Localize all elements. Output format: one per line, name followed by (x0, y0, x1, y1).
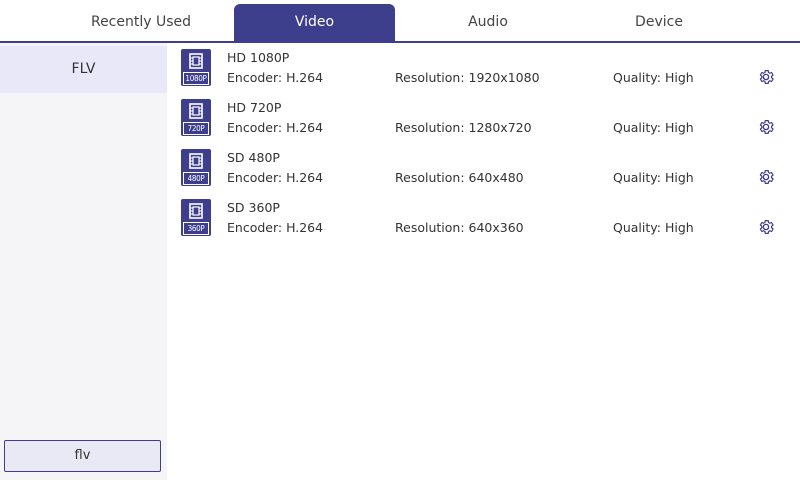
film-icon: 1080P (181, 49, 211, 86)
film-icon: 480P (181, 149, 211, 186)
profile-row[interactable]: 480P SD 480P Encoder: H.264 Resolution: … (167, 144, 800, 190)
resolution-badge: 360P (183, 222, 209, 235)
tab-video[interactable]: Video (234, 4, 395, 41)
format-sidebar: FLV flv (0, 43, 167, 480)
profile-quality: Quality: High (613, 120, 694, 135)
gear-icon[interactable] (757, 168, 775, 186)
profile-quality: Quality: High (613, 70, 694, 85)
format-tab-bar: Recently Used Video Audio Device (0, 0, 800, 43)
tab-device[interactable]: Device (581, 4, 737, 41)
profile-resolution: Resolution: 640x360 (395, 220, 524, 235)
sidebar-item-flv[interactable]: FLV (0, 46, 167, 93)
profile-title: HD 1080P (227, 50, 290, 65)
film-icon: 360P (181, 199, 211, 236)
format-search-input[interactable]: flv (4, 440, 161, 472)
tab-recently-used[interactable]: Recently Used (48, 4, 234, 41)
profile-resolution: Resolution: 1280x720 (395, 120, 532, 135)
film-icon: 720P (181, 99, 211, 136)
resolution-badge: 1080P (183, 72, 209, 85)
gear-icon[interactable] (757, 118, 775, 136)
profile-title: SD 360P (227, 200, 280, 215)
resolution-badge: 480P (183, 172, 209, 185)
profile-title: HD 720P (227, 100, 282, 115)
profile-quality: Quality: High (613, 170, 694, 185)
gear-icon[interactable] (757, 218, 775, 236)
profile-quality: Quality: High (613, 220, 694, 235)
profile-title: SD 480P (227, 150, 280, 165)
profile-row[interactable]: 360P SD 360P Encoder: H.264 Resolution: … (167, 194, 800, 240)
profile-resolution: Resolution: 640x480 (395, 170, 524, 185)
gear-icon[interactable] (757, 68, 775, 86)
profile-row[interactable]: 720P HD 720P Encoder: H.264 Resolution: … (167, 94, 800, 140)
resolution-badge: 720P (183, 122, 209, 135)
profile-encoder: Encoder: H.264 (227, 70, 324, 85)
profile-encoder: Encoder: H.264 (227, 220, 324, 235)
profile-encoder: Encoder: H.264 (227, 120, 324, 135)
tab-audio[interactable]: Audio (395, 4, 581, 41)
profile-resolution: Resolution: 1920x1080 (395, 70, 540, 85)
profile-row[interactable]: 1080P HD 1080P Encoder: H.264 Resolution… (167, 44, 800, 90)
profile-encoder: Encoder: H.264 (227, 170, 324, 185)
